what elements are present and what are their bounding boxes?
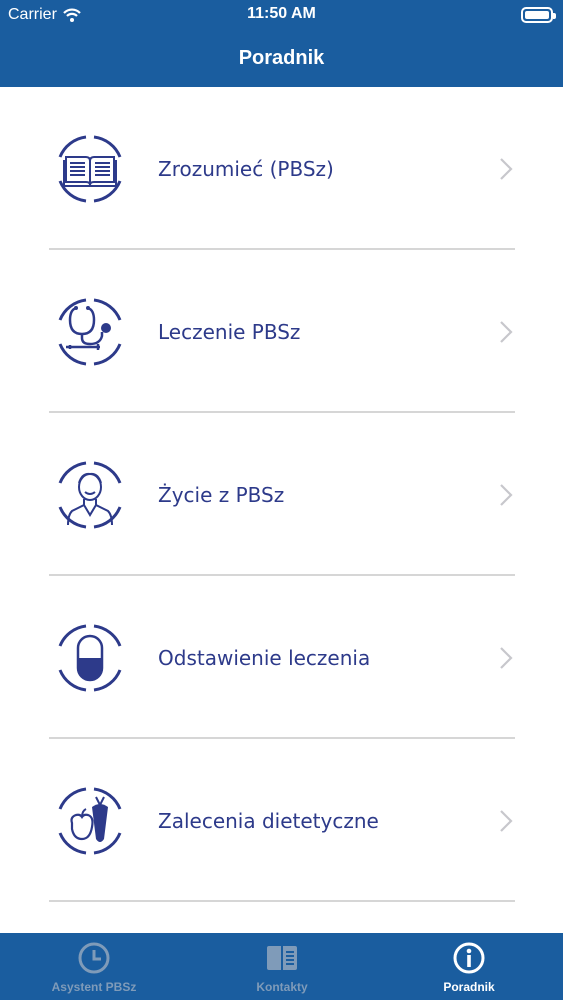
menu-item-treatment[interactable]: Leczenie PBSz [0, 250, 563, 413]
page-title: Poradnik [238, 47, 325, 69]
menu-item-label: Odstawienie leczenia [158, 645, 371, 670]
capsule-icon [58, 624, 122, 691]
fruit-vegetable-icon [58, 787, 122, 854]
menu-item-living[interactable]: Życie z PBSz [0, 413, 563, 576]
status-time: 11:50 AM [247, 5, 316, 22]
chevron-right-icon [500, 320, 513, 343]
tab-assistant[interactable]: Asystent PBSz [36, 933, 152, 1000]
chevron-right-icon [500, 483, 513, 506]
menu-item-understand[interactable]: Zrozumieć (PBSz) [0, 87, 563, 250]
stethoscope-icon [58, 298, 122, 365]
menu-item-label: Zalecenia dietetyczne [158, 808, 379, 833]
info-icon [453, 942, 485, 974]
menu-item-discontinuation[interactable]: Odstawienie leczenia [0, 576, 563, 739]
tab-label: Asystent PBSz [51, 980, 137, 994]
chevron-right-icon [500, 157, 513, 180]
navigation-bar: Poradnik [0, 30, 563, 87]
tab-label: Poradnik [443, 980, 495, 994]
menu-item-diet[interactable]: Zalecenia dietetyczne [0, 739, 563, 902]
status-bar: Carrier 11:50 AM [0, 0, 563, 30]
book-icon [58, 135, 122, 202]
tab-bar: Asystent PBSz Kontakty Poradnik [0, 933, 563, 1000]
menu-item-label: Leczenie PBSz [158, 319, 301, 344]
contacts-book-icon [267, 946, 297, 970]
chevron-right-icon [500, 646, 513, 669]
chevron-right-icon [500, 809, 513, 832]
menu-item-label: Zrozumieć (PBSz) [158, 156, 334, 181]
tab-label: Kontakty [256, 980, 308, 994]
person-icon [58, 461, 122, 528]
battery-icon [521, 7, 556, 23]
tab-contacts[interactable]: Kontakty [232, 933, 332, 1000]
menu-item-label: Życie z PBSz [158, 482, 285, 507]
divider [49, 900, 515, 902]
clock-icon [78, 942, 110, 974]
guide-menu-list: Zrozumieć (PBSz) Leczenie PBSz Życie z P… [0, 87, 563, 902]
tab-guide[interactable]: Poradnik [424, 933, 514, 1000]
